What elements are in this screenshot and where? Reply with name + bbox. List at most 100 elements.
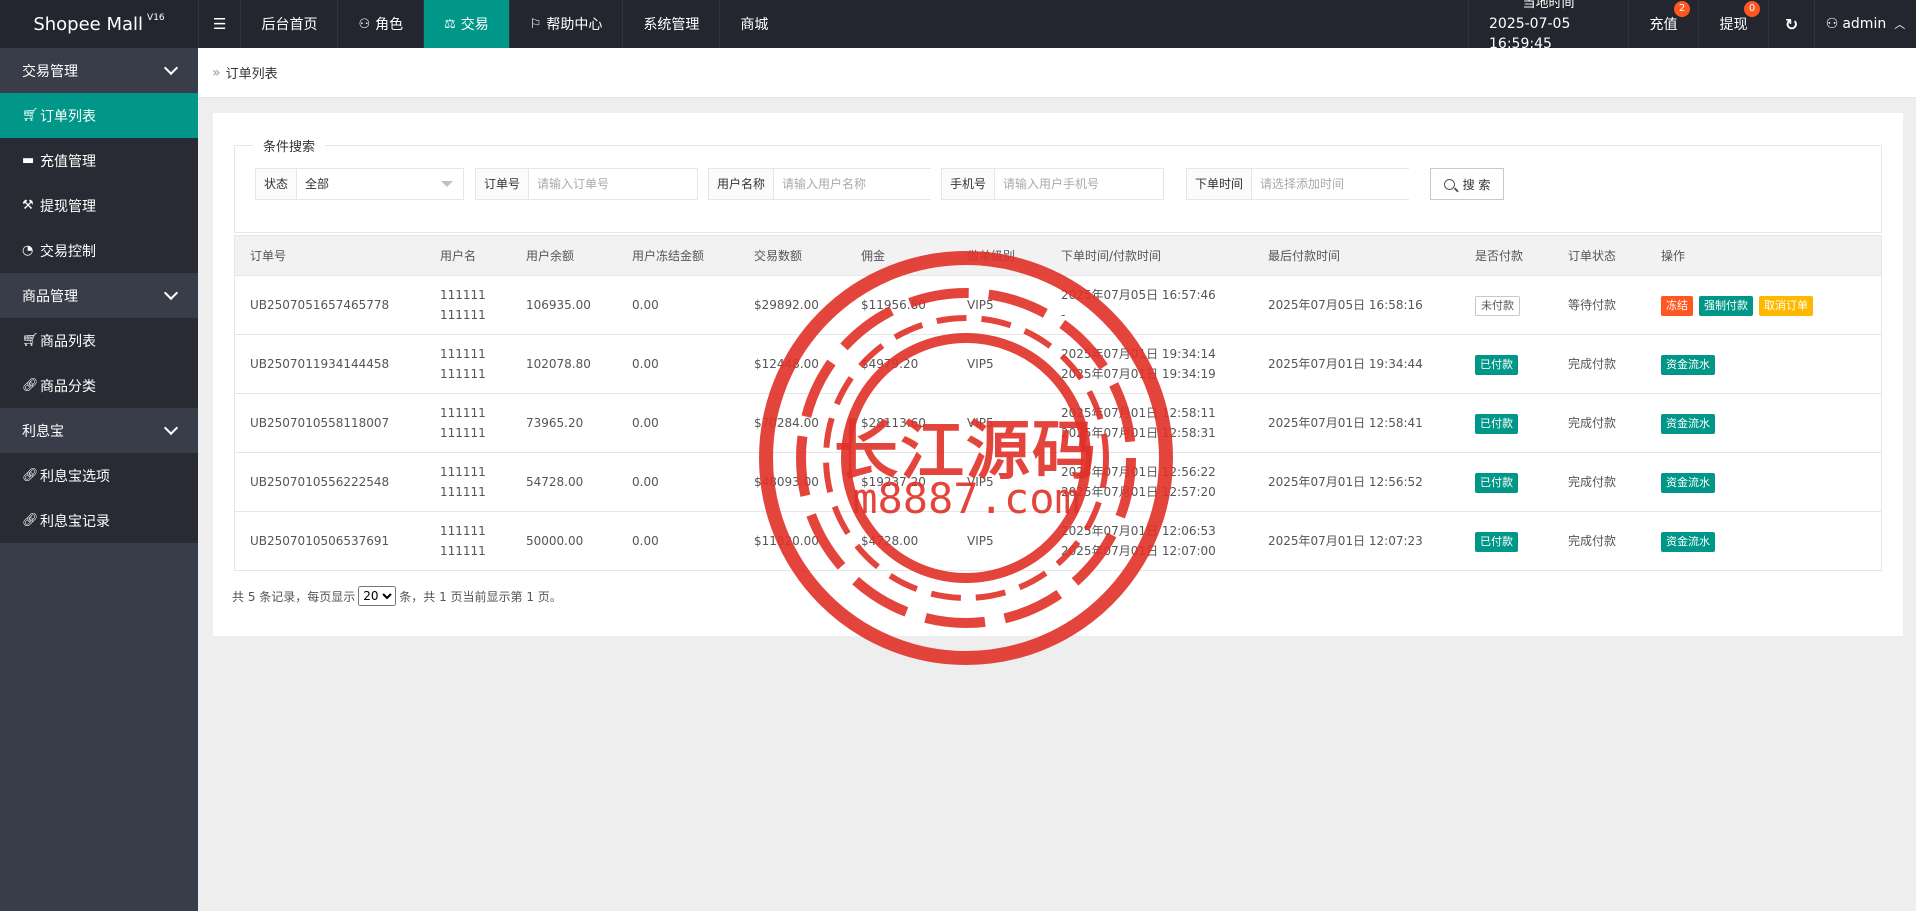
- sidebar-group-goods[interactable]: 商品管理: [0, 273, 198, 318]
- sidebar-item-goods-category[interactable]: 🔗︎ 商品分类: [0, 363, 198, 408]
- sidebar-group-label: 交易管理: [22, 63, 78, 80]
- column-header: 下单时间/付款时间: [1061, 248, 1162, 263]
- username-input[interactable]: [774, 169, 941, 199]
- sidebar-item-label: 充值管理: [40, 153, 96, 170]
- row-action-button[interactable]: 冻结: [1661, 295, 1693, 316]
- user-account: 111111: [440, 367, 486, 381]
- table-cell: VIP5: [952, 413, 1046, 433]
- sidebar-item-interest-options[interactable]: 🔗︎ 利息宝选项: [0, 453, 198, 498]
- order-number-input[interactable]: [529, 169, 697, 199]
- table-cell: 未付款: [1460, 295, 1553, 316]
- sidebar-item-trade-control[interactable]: ◔ 交易控制: [0, 228, 198, 273]
- user-balance: 73965.20: [526, 416, 584, 430]
- last-pay-time: 2025年07月01日 12:56:52: [1268, 475, 1423, 489]
- username: 111111: [440, 406, 486, 420]
- frozen-amount: 0.00: [632, 475, 659, 489]
- user-account: 111111: [440, 308, 486, 322]
- status-select[interactable]: 全部: [297, 169, 463, 199]
- nav-trade[interactable]: ⚖ 交易: [423, 0, 509, 48]
- nav-help[interactable]: ⚐ 帮助中心: [508, 0, 623, 48]
- trade-amount: $12448.00: [754, 357, 819, 371]
- withdraw-count-badge: 0: [1744, 1, 1760, 17]
- withdraw-button[interactable]: 提现 0: [1698, 0, 1768, 48]
- flag-icon: ⚐: [529, 16, 542, 32]
- table-cell: 已付款: [1460, 472, 1553, 493]
- column-header: 订单号: [250, 248, 287, 263]
- nav-system-label: 系统管理: [643, 17, 700, 33]
- sidebar-item-interest-records[interactable]: 🔗︎ 利息宝记录: [0, 498, 198, 543]
- table-cell: UB2507010558118007: [235, 413, 425, 433]
- search-button[interactable]: 搜 索: [1430, 168, 1504, 200]
- table-cell: 0.00: [617, 295, 739, 315]
- order-number: UB2507051657465778: [250, 298, 390, 312]
- refresh-button[interactable]: ↻: [1768, 0, 1814, 48]
- row-action-button[interactable]: 资金流水: [1661, 472, 1715, 493]
- table-cell: 2025年07月01日 12:07:23: [1253, 531, 1460, 551]
- table-cell: 已付款: [1460, 531, 1553, 552]
- table-cell: VIP5: [952, 295, 1046, 315]
- sidebar-item-goods-list[interactable]: 🛒︎ 商品列表: [0, 318, 198, 363]
- sidebar-item-recharge[interactable]: ▬ 充值管理: [0, 138, 198, 183]
- sidebar-item-label: 商品分类: [40, 378, 96, 395]
- table-cell: 2025年07月01日 12:06:53 2025年07月01日 12:07:00: [1046, 521, 1253, 561]
- nav-dashboard[interactable]: 后台首页: [240, 0, 337, 48]
- username: 111111: [440, 288, 486, 302]
- table-cell: 2025年07月01日 19:34:14 2025年07月01日 19:34:19: [1046, 344, 1253, 384]
- page-size-select[interactable]: 20: [358, 586, 397, 606]
- user-menu[interactable]: ⚇ admin ︿: [1814, 0, 1916, 48]
- chevron-up-icon: ︿: [1894, 18, 1906, 31]
- table-cell: $19237.20: [846, 472, 952, 492]
- nav-mall[interactable]: 商城: [719, 0, 788, 48]
- table-cell: UB2507010556222548: [235, 472, 425, 492]
- sidebar-item-withdraw[interactable]: ⚒ 提现管理: [0, 183, 198, 228]
- table-cell: 资金流水: [1646, 472, 1881, 493]
- phone-input[interactable]: [995, 169, 1163, 199]
- row-action-button[interactable]: 取消订单: [1759, 295, 1813, 316]
- order-time: 2025年07月01日 12:58:11: [1061, 406, 1216, 420]
- order-number-label: 订单号: [476, 169, 530, 199]
- column-header: 交易数额: [754, 248, 803, 263]
- recharge-button[interactable]: 充值 2: [1628, 0, 1698, 48]
- cart-icon: 🛒︎: [22, 108, 39, 123]
- search-icon: [1443, 178, 1455, 190]
- table-cell: 111111 111111: [425, 462, 511, 502]
- sidebar-group-trade[interactable]: 交易管理: [0, 48, 198, 93]
- user-balance: 54728.00: [526, 475, 584, 489]
- commission: $4979.20: [861, 357, 919, 371]
- sidebar-item-order-list[interactable]: 🛒︎ 订单列表: [0, 93, 198, 138]
- row-action-button[interactable]: 资金流水: [1661, 531, 1715, 552]
- sidebar-group-interest[interactable]: 利息宝: [0, 408, 198, 453]
- brand-logo[interactable]: Shopee Mall V16: [0, 0, 198, 48]
- table-cell: 0.00: [617, 472, 739, 492]
- row-action-button[interactable]: 强制付款: [1699, 295, 1753, 316]
- recharge-label: 充值: [1649, 17, 1678, 33]
- table-header-row: 订单号 用户名 用户余额 用户冻结金额 交易数额 佣金 做单级别 下单时间/付款…: [235, 236, 1881, 275]
- scale-icon: ⚖: [444, 16, 456, 32]
- row-action-button[interactable]: 资金流水: [1661, 354, 1715, 375]
- nav-system[interactable]: 系统管理: [622, 0, 719, 48]
- frozen-amount: 0.00: [632, 357, 659, 371]
- nav-role[interactable]: ⚇ 角色: [337, 0, 423, 48]
- sidebar-item-label: 交易控制: [40, 243, 96, 260]
- order-status: 完成付款: [1568, 416, 1617, 430]
- username-label: 用户名称: [709, 169, 775, 199]
- hammer-icon: ⚒: [22, 198, 34, 213]
- table-cell: 111111 111111: [425, 521, 511, 561]
- order-time-input[interactable]: [1252, 169, 1419, 199]
- status-filter[interactable]: 状态 全部: [255, 168, 464, 200]
- table-cell: 111111 111111: [425, 285, 511, 325]
- order-status: 等待付款: [1568, 298, 1617, 312]
- column-header: 用户名: [440, 248, 477, 263]
- payment-status-badge: 已付款: [1475, 472, 1518, 493]
- local-clock: 当地时间 2025-07-05 16:59:45: [1468, 0, 1628, 52]
- breadcrumb-current[interactable]: 订单列表: [226, 63, 278, 82]
- menu-toggle-button[interactable]: ☰: [198, 0, 240, 48]
- dashboard-icon: ◔: [22, 243, 34, 258]
- table-cell: 106935.00: [511, 295, 617, 315]
- user-account: 111111: [440, 426, 486, 440]
- username: 111111: [440, 465, 486, 479]
- table-cell: 2025年07月05日 16:58:16: [1253, 295, 1460, 315]
- row-action-button[interactable]: 资金流水: [1661, 413, 1715, 434]
- order-number: UB2507011934144458: [250, 357, 390, 371]
- order-time-label: 下单时间: [1187, 169, 1253, 199]
